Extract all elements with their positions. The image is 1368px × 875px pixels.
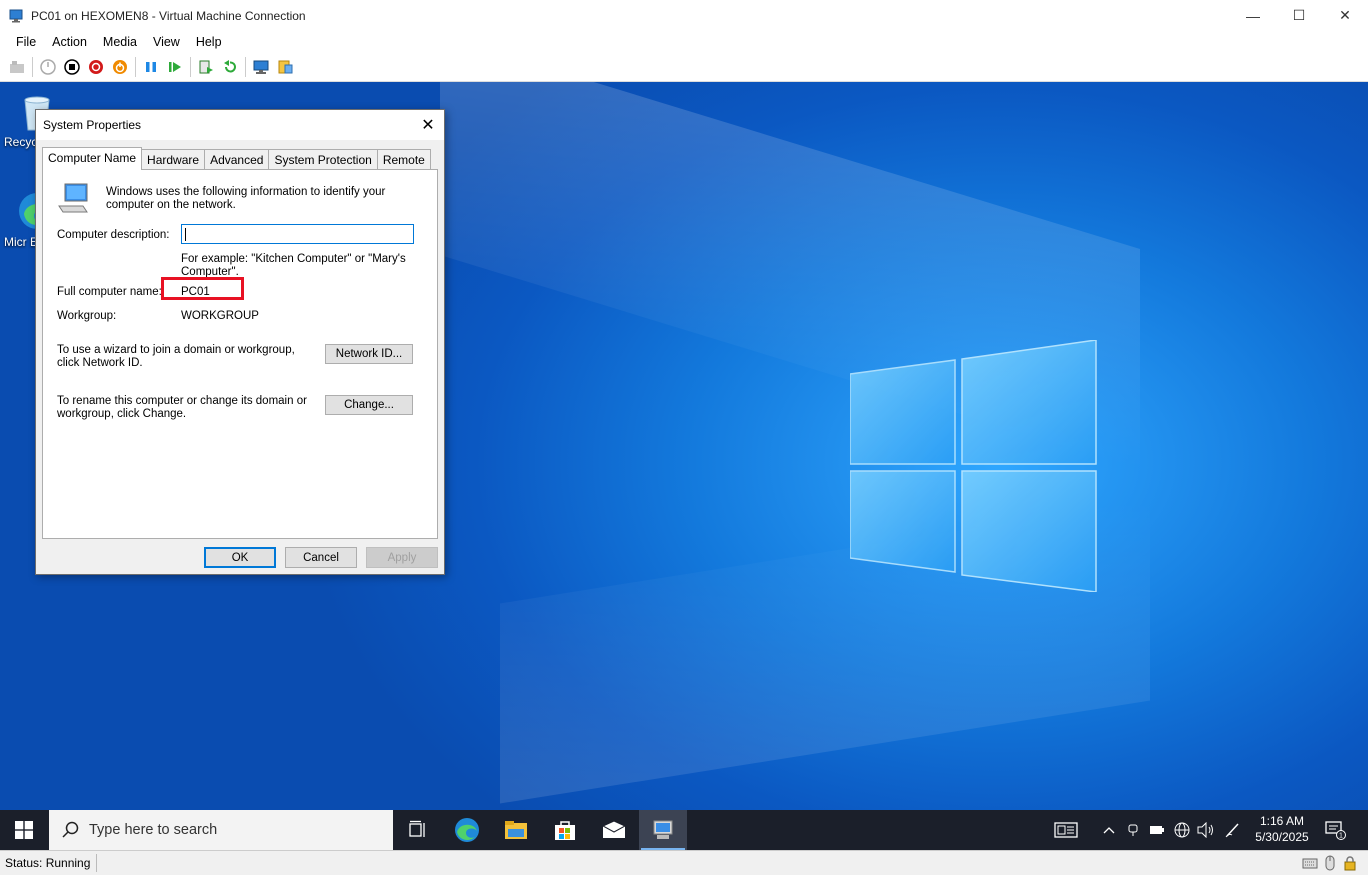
intro-text: Windows uses the following information t… — [106, 186, 386, 211]
taskbar-store[interactable] — [541, 810, 589, 850]
workgroup-label: Workgroup: — [57, 310, 117, 322]
chevron-up-icon — [1103, 827, 1115, 834]
folder-icon — [505, 821, 527, 839]
svg-text:1: 1 — [1339, 833, 1343, 840]
task-view-icon — [409, 820, 425, 837]
news-icon — [1054, 822, 1078, 838]
title-bar: PC01 on HEXOMEN8 - Virtual Machine Conne… — [0, 0, 1368, 31]
status-bar: Status: Running — [0, 850, 1368, 875]
minimize-button[interactable]: — — [1230, 0, 1276, 31]
menu-file[interactable]: File — [8, 35, 44, 49]
pause-icon[interactable] — [139, 55, 163, 79]
tab-computer-name[interactable]: Computer Name — [42, 147, 143, 170]
volume-icon[interactable] — [1196, 810, 1216, 850]
dialog-title-bar: System Properties — [36, 110, 444, 140]
share-icon[interactable] — [273, 55, 297, 79]
taskbar-edge[interactable] — [443, 810, 491, 850]
vm-status: Status: Running — [0, 854, 98, 872]
taskbar-search-box[interactable]: Type here to search — [49, 810, 393, 850]
computer-description-label: Computer description: — [57, 229, 170, 241]
mail-icon — [602, 821, 626, 838]
tab-hardware[interactable]: Hardware — [141, 149, 206, 170]
tab-system-protection[interactable]: System Protection — [268, 149, 378, 170]
power-icon[interactable] — [108, 55, 132, 79]
edge-icon — [455, 818, 479, 842]
keyboard-icon — [1302, 855, 1318, 871]
checkpoint-icon[interactable] — [194, 55, 218, 79]
toolbar-separator — [245, 57, 246, 77]
windows-start-icon — [15, 821, 33, 839]
lock-icon — [1342, 855, 1358, 871]
clock-time: 1:16 AM — [1259, 814, 1305, 828]
network-id-help-text: To use a wizard to join a domain or work… — [57, 344, 295, 369]
toolbar-separator — [135, 57, 136, 77]
rename-help-text: To rename this computer or change its do… — [57, 395, 307, 420]
taskbar-file-explorer[interactable] — [492, 810, 540, 850]
notifications-button[interactable]: 1 — [1322, 810, 1348, 850]
network-id-button[interactable]: Network ID... — [325, 344, 413, 364]
resume-icon[interactable] — [163, 55, 187, 79]
cancel-button[interactable]: Cancel — [285, 547, 357, 568]
show-hidden-icons-button[interactable] — [1100, 810, 1118, 850]
news-widget-button[interactable] — [1050, 810, 1082, 850]
battery-icon[interactable] — [1148, 810, 1166, 850]
toolbar-separator — [32, 57, 33, 77]
task-view-button[interactable] — [394, 810, 442, 850]
toolbar — [0, 53, 1368, 82]
enhanced-session-icon[interactable] — [249, 55, 273, 79]
start-icon[interactable] — [36, 55, 60, 79]
ok-button[interactable]: OK — [204, 547, 276, 568]
computer-name-panel: Windows uses the following information t… — [42, 169, 438, 539]
system-properties-icon — [653, 820, 673, 839]
search-placeholder: Type here to search — [89, 822, 218, 838]
menu-view[interactable]: View — [145, 35, 188, 49]
window-title: PC01 on HEXOMEN8 - Virtual Machine Conne… — [31, 8, 306, 23]
text-caret — [185, 228, 186, 241]
vm-desktop: Recyc Micr Ec System Properties ✕ Comput… — [0, 82, 1368, 810]
ctrl-alt-del-icon[interactable] — [5, 55, 29, 79]
tab-remote[interactable]: Remote — [376, 149, 431, 170]
store-icon — [555, 821, 575, 840]
turn-off-icon[interactable] — [60, 55, 84, 79]
system-properties-dialog: System Properties ✕ Computer Name Hardwa… — [35, 109, 445, 575]
pen-workspace-icon[interactable] — [1222, 810, 1244, 850]
meet-now-icon[interactable] — [1124, 810, 1142, 850]
search-icon — [62, 821, 79, 838]
dialog-close-button[interactable]: ✕ — [418, 115, 438, 135]
dialog-title: System Properties — [43, 118, 142, 132]
menu-bar: File Action Media View Help — [0, 31, 1368, 53]
taskbar-system-properties[interactable] — [639, 810, 687, 850]
clock-date: 5/30/2025 — [1255, 830, 1309, 844]
full-computer-name-label: Full computer name: — [57, 286, 162, 298]
tab-advanced[interactable]: Advanced — [204, 149, 270, 170]
revert-icon[interactable] — [218, 55, 242, 79]
tab-strip: Computer Name Hardware Advanced System P… — [42, 147, 431, 170]
highlight-box — [161, 277, 244, 300]
change-button[interactable]: Change... — [325, 395, 413, 415]
notification-icon: 1 — [1325, 821, 1346, 840]
mouse-icon — [1322, 855, 1338, 871]
shutdown-icon[interactable] — [84, 55, 108, 79]
menu-help[interactable]: Help — [188, 35, 230, 49]
windows-logo-wallpaper-icon — [850, 340, 1097, 592]
close-window-button[interactable]: ✕ — [1322, 0, 1368, 31]
computer-description-input[interactable] — [181, 224, 414, 244]
taskbar: Type here to search 1:16 AM 5/30/2025 1 — [0, 810, 1368, 850]
start-button[interactable] — [0, 810, 48, 850]
vm-connection-icon — [9, 9, 23, 22]
taskbar-clock[interactable]: 1:16 AM 5/30/2025 — [1250, 813, 1314, 845]
taskbar-mail[interactable] — [590, 810, 638, 850]
maximize-button[interactable]: ☐ — [1276, 0, 1322, 31]
apply-button[interactable]: Apply — [366, 547, 438, 568]
example-text: For example: "Kitchen Computer" or "Mary… — [181, 253, 406, 278]
menu-action[interactable]: Action — [44, 35, 95, 49]
menu-media[interactable]: Media — [95, 35, 145, 49]
computer-icon — [58, 183, 88, 213]
toolbar-separator — [190, 57, 191, 77]
network-globe-icon[interactable] — [1172, 810, 1192, 850]
workgroup-value: WORKGROUP — [181, 310, 259, 322]
